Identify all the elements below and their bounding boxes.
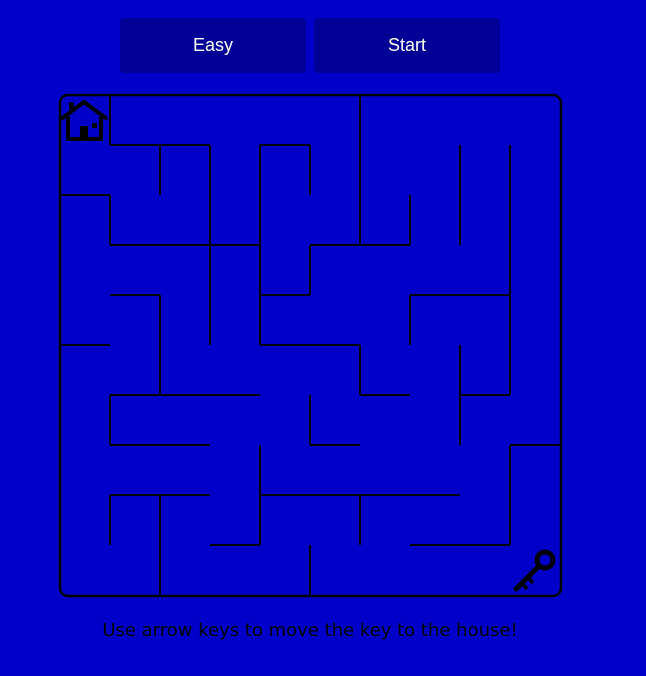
key-icon[interactable]	[513, 549, 556, 592]
house-icon	[59, 99, 109, 141]
instructions-text: Use arrow keys to move the key to the ho…	[102, 620, 518, 641]
maze-board	[58, 93, 563, 598]
maze-walls	[60, 95, 560, 595]
